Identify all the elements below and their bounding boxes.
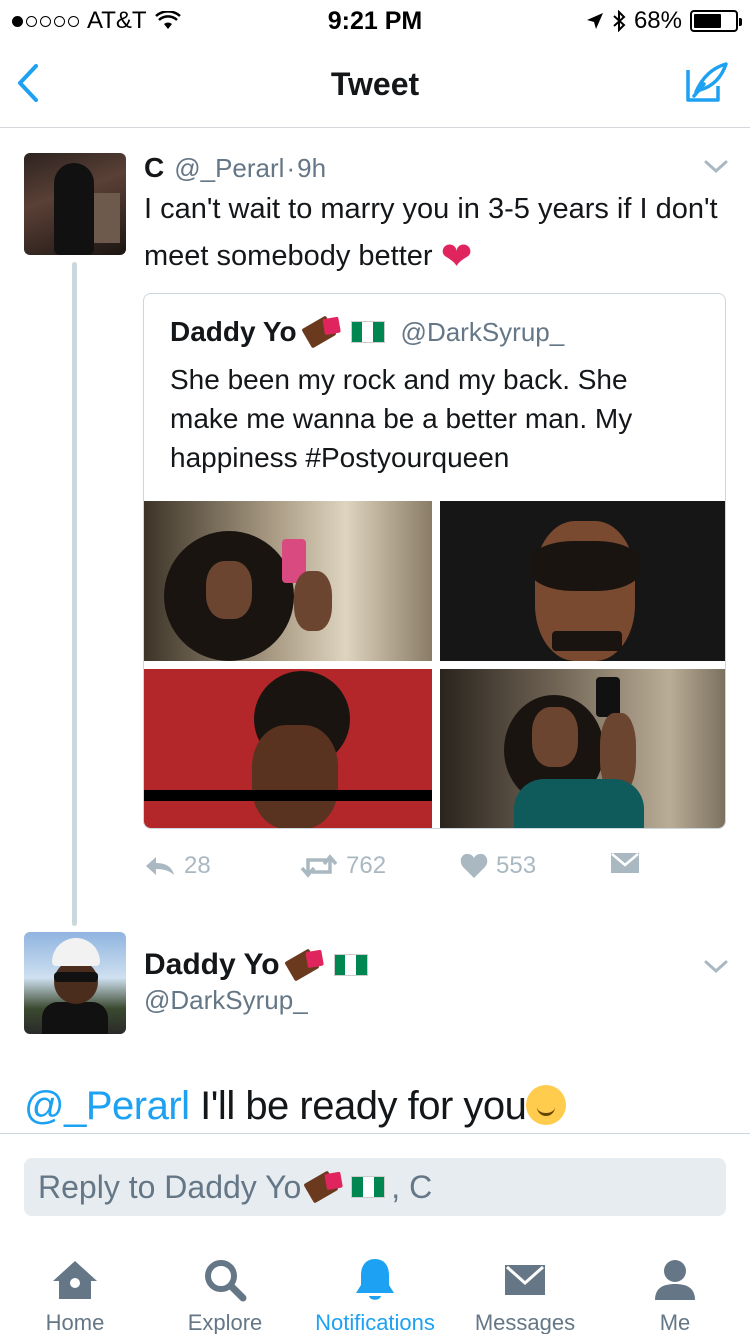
- nigeria-flag-icon: [333, 954, 368, 976]
- photo-1[interactable]: [144, 501, 432, 661]
- tab-messages-label: Messages: [474, 1310, 576, 1334]
- mention-link[interactable]: @_Perarl: [24, 1084, 190, 1128]
- chocolate-emoji-icon: [303, 1170, 339, 1204]
- navigation-bar: Tweet: [0, 40, 750, 128]
- battery-fill: [694, 14, 722, 28]
- photo-grid: [144, 501, 725, 828]
- reply-icon: [146, 857, 174, 875]
- tweet-text: I can't wait to marry you in 3-5 years i…: [144, 186, 724, 281]
- reply-body: I'll be ready for you: [189, 1084, 527, 1128]
- quoted-tweet-header: Daddy Yo @DarkSyrup_: [170, 315, 565, 349]
- reply-tweet-text: @_Perarl I'll be ready for you: [24, 1084, 567, 1129]
- reply-placeholder-suffix: , C: [391, 1168, 433, 1205]
- reply-input[interactable]: Reply to Daddy Yo , C: [24, 1158, 726, 1216]
- quoted-tweet-text: She been my rock and my back. She make m…: [170, 364, 633, 473]
- nigeria-flag-icon: [351, 1176, 386, 1198]
- photo-4[interactable]: [440, 669, 725, 828]
- author-name[interactable]: C: [144, 152, 164, 184]
- avatar[interactable]: [24, 932, 126, 1034]
- photo-2[interactable]: [440, 501, 725, 661]
- battery-icon: [690, 10, 742, 32]
- page-title: Tweet: [330, 66, 420, 102]
- retweet-icon: [300, 854, 338, 878]
- chocolate-emoji-icon: [300, 315, 337, 349]
- chevron-down-icon[interactable]: [704, 160, 728, 174]
- search-icon: [205, 1260, 247, 1302]
- reply-author-name[interactable]: Daddy Yo: [144, 948, 280, 982]
- tab-me-label: Me: [659, 1310, 691, 1334]
- reply-author-name-row: Daddy Yo: [144, 948, 368, 982]
- divider: [0, 1133, 750, 1134]
- location-arrow-icon: [586, 13, 603, 29]
- bluetooth-icon: [613, 10, 626, 32]
- tab-notifications-label: Notifications: [315, 1310, 435, 1334]
- battery-percent: 68%: [633, 7, 682, 34]
- tab-bar: Home Explore Notifications Messages Me: [0, 1236, 750, 1334]
- tab-home[interactable]: Home: [0, 1236, 150, 1334]
- person-icon: [655, 1260, 695, 1300]
- envelope-icon: [611, 853, 639, 873]
- avatar[interactable]: [24, 153, 126, 255]
- envelope-icon: [505, 1265, 545, 1295]
- bell-icon: [356, 1259, 394, 1300]
- reply-placeholder-prefix: Reply to Daddy Yo: [38, 1168, 302, 1205]
- author-handle[interactable]: @_Perarl: [174, 153, 284, 184]
- status-bar: AT&T 9:21 PM 68%: [0, 0, 750, 40]
- heart-icon: [460, 853, 488, 878]
- tab-notifications[interactable]: Notifications: [300, 1236, 450, 1334]
- tab-me[interactable]: Me: [600, 1236, 750, 1334]
- reply-count: 28: [184, 852, 211, 879]
- quoted-author-handle: @DarkSyrup_: [400, 316, 565, 347]
- status-right-group: 68%: [586, 7, 742, 35]
- retweet-action[interactable]: 762: [300, 852, 386, 880]
- tab-messages[interactable]: Messages: [450, 1236, 600, 1334]
- quoted-tweet-card[interactable]: Daddy Yo @DarkSyrup_ She been my rock an…: [143, 293, 726, 829]
- tab-explore[interactable]: Explore: [150, 1236, 300, 1334]
- tweet-header: C @_Perarl · 9h: [144, 152, 326, 184]
- compose-tweet-icon[interactable]: [684, 60, 728, 104]
- reply-action[interactable]: 28: [144, 852, 211, 880]
- chocolate-emoji-icon: [283, 948, 320, 982]
- reply-author-handle[interactable]: @DarkSyrup_: [144, 985, 308, 1016]
- photo-3[interactable]: [144, 669, 432, 828]
- heart-emoji-icon: ❤: [440, 236, 473, 278]
- chevron-down-icon[interactable]: [704, 960, 728, 974]
- retweet-count: 762: [346, 852, 387, 879]
- tweet-time: 9h: [297, 153, 327, 183]
- tab-explore-label: Explore: [187, 1310, 263, 1334]
- smiling-face-emoji-icon: [526, 1085, 567, 1125]
- quoted-author-name: Daddy Yo: [170, 316, 297, 347]
- like-count: 553: [496, 852, 537, 879]
- separator-dot: ·: [286, 153, 296, 183]
- tweet-actions: 28 762 553: [144, 852, 664, 888]
- tweet-body: I can't wait to marry you in 3-5 years i…: [144, 193, 718, 272]
- thread-connector: [72, 262, 77, 926]
- home-icon: [53, 1261, 97, 1299]
- nigeria-flag-icon: [350, 321, 385, 343]
- direct-message-action[interactable]: [610, 852, 640, 874]
- like-action[interactable]: 553: [460, 852, 536, 880]
- tab-home-label: Home: [45, 1310, 105, 1334]
